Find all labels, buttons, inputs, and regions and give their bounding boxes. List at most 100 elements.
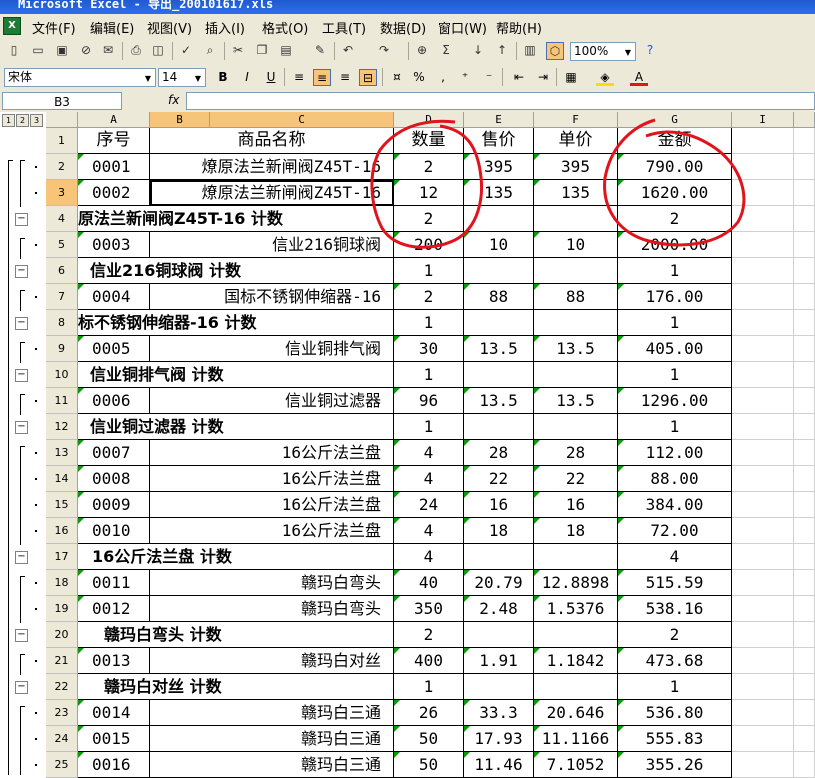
row-header[interactable]: 22 xyxy=(46,674,78,700)
cell-quantity[interactable]: 4 xyxy=(394,518,464,544)
help-icon[interactable]: ? xyxy=(642,42,658,58)
bold-button[interactable]: B xyxy=(214,69,232,86)
row-header[interactable]: 4 xyxy=(46,206,78,232)
cell-e-header[interactable]: 售价 xyxy=(464,128,534,154)
row-header[interactable]: 6 xyxy=(46,258,78,284)
cell-subtotal-label[interactable]: 赣玛白弯头 计数 xyxy=(78,622,394,648)
comma-icon[interactable]: , xyxy=(434,69,452,86)
cell-empty[interactable] xyxy=(534,362,618,388)
column-header-f[interactable]: F xyxy=(534,112,618,128)
empty-cell[interactable] xyxy=(794,492,815,518)
cell-seq[interactable]: 0005 xyxy=(78,336,150,362)
cell-product-name[interactable]: 16公斤法兰盘 xyxy=(150,440,394,466)
cell-quantity[interactable]: 350 xyxy=(394,596,464,622)
decrease-decimal-icon[interactable]: ⁻ xyxy=(480,69,498,86)
cell-sale-price[interactable]: 88 xyxy=(464,284,534,310)
cell-quantity[interactable]: 12 xyxy=(394,180,464,206)
cell-sale-price[interactable]: 2.48 xyxy=(464,596,534,622)
collapse-group-icon[interactable]: − xyxy=(15,421,28,434)
empty-cell[interactable] xyxy=(732,180,794,206)
cell-bc-header[interactable]: 商品名称 xyxy=(150,128,394,154)
outline-level-3[interactable]: 3 xyxy=(30,114,43,127)
print-icon[interactable]: ⎙ xyxy=(128,42,144,58)
cell-seq[interactable]: 0010 xyxy=(78,518,150,544)
cell-quantity[interactable]: 40 xyxy=(394,570,464,596)
cell-unit-price[interactable]: 28 xyxy=(534,440,618,466)
cell-sale-price[interactable]: 10 xyxy=(464,232,534,258)
save-icon[interactable]: ▣ xyxy=(54,42,70,58)
cell-subtotal-count[interactable]: 1 xyxy=(394,414,464,440)
column-header-d[interactable]: D xyxy=(394,112,464,128)
cell-subtotal-amount[interactable]: 2 xyxy=(618,206,732,232)
empty-cell[interactable] xyxy=(732,206,794,232)
empty-cell[interactable] xyxy=(732,492,794,518)
cell-empty[interactable] xyxy=(534,414,618,440)
empty-cell[interactable] xyxy=(732,440,794,466)
empty-cell[interactable] xyxy=(732,596,794,622)
currency-icon[interactable]: ¤ xyxy=(388,69,406,86)
menu-data[interactable]: 数据(D) xyxy=(380,18,426,37)
cell-sale-price[interactable]: 13.5 xyxy=(464,336,534,362)
empty-cell[interactable] xyxy=(794,206,815,232)
cell-quantity[interactable]: 2 xyxy=(394,284,464,310)
cell-seq[interactable]: 0004 xyxy=(78,284,150,310)
align-right-icon[interactable]: ≡ xyxy=(336,69,354,86)
cell-sale-price[interactable]: 11.46 xyxy=(464,752,534,778)
cell-subtotal-count[interactable]: 1 xyxy=(394,674,464,700)
cell-unit-price[interactable]: 11.1166 xyxy=(534,726,618,752)
empty-cell[interactable] xyxy=(732,648,794,674)
cell-empty[interactable] xyxy=(464,622,534,648)
empty-cell[interactable] xyxy=(732,310,794,336)
open-icon[interactable]: ▭ xyxy=(30,42,46,58)
cell-unit-price[interactable]: 7.1052 xyxy=(534,752,618,778)
empty-cell[interactable] xyxy=(732,674,794,700)
cell-product-name[interactable]: 赣玛白弯头 xyxy=(150,570,394,596)
menu-view[interactable]: 视图(V) xyxy=(147,18,192,37)
empty-cell[interactable] xyxy=(794,544,815,570)
autosum-icon[interactable]: Σ xyxy=(438,42,454,58)
cell-unit-price[interactable]: 10 xyxy=(534,232,618,258)
cell-subtotal-label[interactable]: 信业216铜球阀 计数 xyxy=(78,258,394,284)
empty-cell[interactable] xyxy=(794,570,815,596)
cell-product-name[interactable]: 国标不锈钢伸缩器-16 xyxy=(150,284,394,310)
cell-amount[interactable]: 88.00 xyxy=(618,466,732,492)
empty-cell[interactable] xyxy=(732,232,794,258)
empty-cell[interactable] xyxy=(732,128,794,154)
cell-sale-price[interactable]: 18 xyxy=(464,518,534,544)
italic-button[interactable]: I xyxy=(238,69,256,86)
cell-unit-price[interactable]: 135 xyxy=(534,180,618,206)
row-header[interactable]: 25 xyxy=(46,752,78,778)
cell-subtotal-amount[interactable]: 1 xyxy=(618,674,732,700)
row-header[interactable]: 11 xyxy=(46,388,78,414)
cell-unit-price[interactable]: 22 xyxy=(534,466,618,492)
cell-subtotal-amount[interactable]: 1 xyxy=(618,362,732,388)
empty-cell[interactable] xyxy=(732,388,794,414)
cell-sale-price[interactable]: 17.93 xyxy=(464,726,534,752)
formula-input[interactable] xyxy=(186,92,815,110)
cell-unit-price[interactable]: 395 xyxy=(534,154,618,180)
borders-icon[interactable]: ▦ xyxy=(562,69,580,86)
empty-cell[interactable] xyxy=(794,700,815,726)
empty-cell[interactable] xyxy=(732,284,794,310)
cell-sale-price[interactable]: 135 xyxy=(464,180,534,206)
cell-quantity[interactable]: 400 xyxy=(394,648,464,674)
column-header-g[interactable]: G xyxy=(618,112,732,128)
cell-subtotal-label[interactable]: 信业铜排气阀 计数 xyxy=(78,362,394,388)
row-header[interactable]: 15 xyxy=(46,492,78,518)
font-color-icon[interactable]: A xyxy=(630,69,648,86)
collapse-group-icon[interactable]: − xyxy=(15,265,28,278)
cell-empty[interactable] xyxy=(464,414,534,440)
cell-seq[interactable]: 0014 xyxy=(78,700,150,726)
cell-empty[interactable] xyxy=(464,310,534,336)
paste-icon[interactable]: ▤ xyxy=(278,42,294,58)
cell-amount[interactable]: 536.80 xyxy=(618,700,732,726)
cell-product-name[interactable]: 信业216铜球阀 xyxy=(150,232,394,258)
cell-unit-price[interactable]: 13.5 xyxy=(534,336,618,362)
empty-cell[interactable] xyxy=(794,726,815,752)
empty-cell[interactable] xyxy=(732,154,794,180)
cut-icon[interactable]: ✂ xyxy=(230,42,246,58)
cell-subtotal-count[interactable]: 2 xyxy=(394,206,464,232)
cell-product-name[interactable]: 赣玛白三通 xyxy=(150,726,394,752)
sort-desc-icon[interactable]: ↑ xyxy=(494,42,510,58)
cell-empty[interactable] xyxy=(534,544,618,570)
